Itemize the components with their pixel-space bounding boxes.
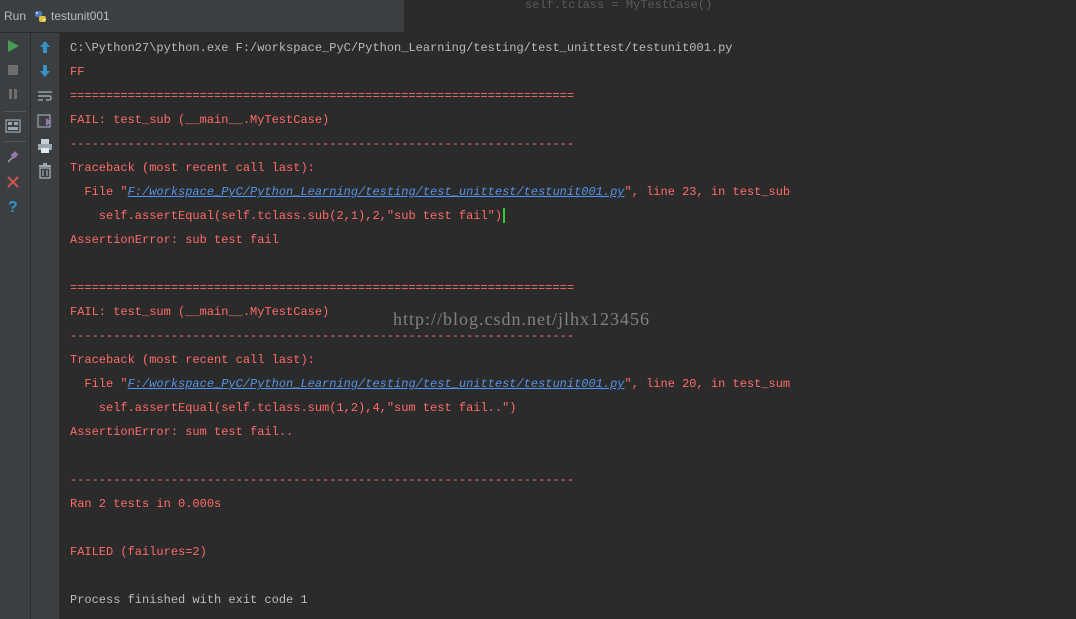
separator-single: ----------------------------------------… [70,329,575,343]
file-suffix: ", line 23, in test_sub [624,185,791,199]
text-caret [503,208,506,224]
scroll-to-end-button[interactable] [35,111,55,131]
help-button[interactable]: ? [3,196,23,216]
stop-icon [8,65,18,75]
toolbar-separator [4,111,26,112]
code-text: self.assertEqual(self.tclass.sub(2,1),2,… [70,209,503,223]
failure-header: FAIL: test_sub (__main__.MyTestCase) [70,113,330,127]
traceback-header: Traceback (most recent call last): [70,161,315,175]
separator-double: ========================================… [70,281,575,295]
run-tool-window-tab[interactable]: Run testunit001 [0,0,405,32]
assertion-error: AssertionError: sum test fail.. [70,425,294,439]
file-link[interactable]: F:/workspace_PyC/Python_Learning/testing… [128,377,625,391]
file-suffix: ", line 20, in test_sum [624,377,791,391]
close-button[interactable] [3,172,23,192]
pause-button[interactable] [3,84,23,104]
file-prefix: File " [70,377,128,391]
traceback-header: Traceback (most recent call last): [70,353,315,367]
pin-button[interactable] [3,147,23,167]
clear-all-button[interactable] [35,161,55,181]
arrow-down-icon [40,65,50,77]
stop-button[interactable] [3,60,23,80]
traceback-file-line: File "F:/workspace_PyC/Python_Learning/t… [70,376,790,392]
python-icon [34,10,47,23]
layout-icon [5,119,21,133]
run-toolbar: ? [0,33,31,619]
soft-wrap-icon [38,91,52,101]
help-icon: ? [8,199,18,214]
console-toolbar [31,33,60,619]
editor-sliver-text: self.tclass = MyTestCase() [525,0,713,12]
layout-button[interactable] [3,116,23,136]
print-icon [38,139,52,153]
separator-single: ----------------------------------------… [70,137,575,151]
rerun-button[interactable] [3,36,23,56]
trash-icon [39,163,51,179]
file-prefix: File " [70,185,128,199]
toolbar-separator [4,141,26,142]
editor-background-strip: self.tclass = MyTestCase() [405,0,1076,32]
assertion-error: AssertionError: sub test fail [70,233,279,247]
svg-text:?: ? [8,199,18,214]
process-finished: Process finished with exit code 1 [70,593,308,607]
arrow-up-icon [40,41,50,53]
watermark: http://blog.csdn.net/jlhx123456 [393,309,650,329]
run-label: Run [4,9,27,23]
scroll-up-button[interactable] [35,37,55,57]
print-button[interactable] [35,136,55,156]
traceback-file-line: File "F:/workspace_PyC/Python_Learning/t… [70,184,790,200]
run-config-name: testunit001 [51,9,110,23]
command-line: C:\Python27\python.exe F:/workspace_PyC/… [70,41,733,55]
ran-summary: Ran 2 tests in 0.000s [70,497,222,511]
separator-double: ========================================… [70,89,575,103]
soft-wrap-button[interactable] [35,86,55,106]
failed-summary: FAILED (failures=2) [70,545,207,559]
result-marks: FF [70,65,85,79]
failure-header: FAIL: test_sum (__main__.MyTestCase) [70,305,330,319]
traceback-code-line: self.assertEqual(self.tclass.sum(1,2),4,… [70,401,517,415]
close-icon [7,176,19,188]
traceback-code-line: self.assertEqual(self.tclass.sub(2,1),2,… [70,208,506,224]
title-bar: Run testunit001 self.tclass = MyTestCase… [0,0,1076,33]
scroll-to-end-icon [37,114,52,128]
file-link[interactable]: F:/workspace_PyC/Python_Learning/testing… [128,185,625,199]
console-output[interactable]: C:\Python27\python.exe F:/workspace_PyC/… [60,33,1076,619]
separator-single: ----------------------------------------… [70,473,575,487]
pin-icon [7,151,19,163]
play-icon [8,40,19,52]
pause-icon [9,89,17,99]
scroll-down-button[interactable] [35,61,55,81]
